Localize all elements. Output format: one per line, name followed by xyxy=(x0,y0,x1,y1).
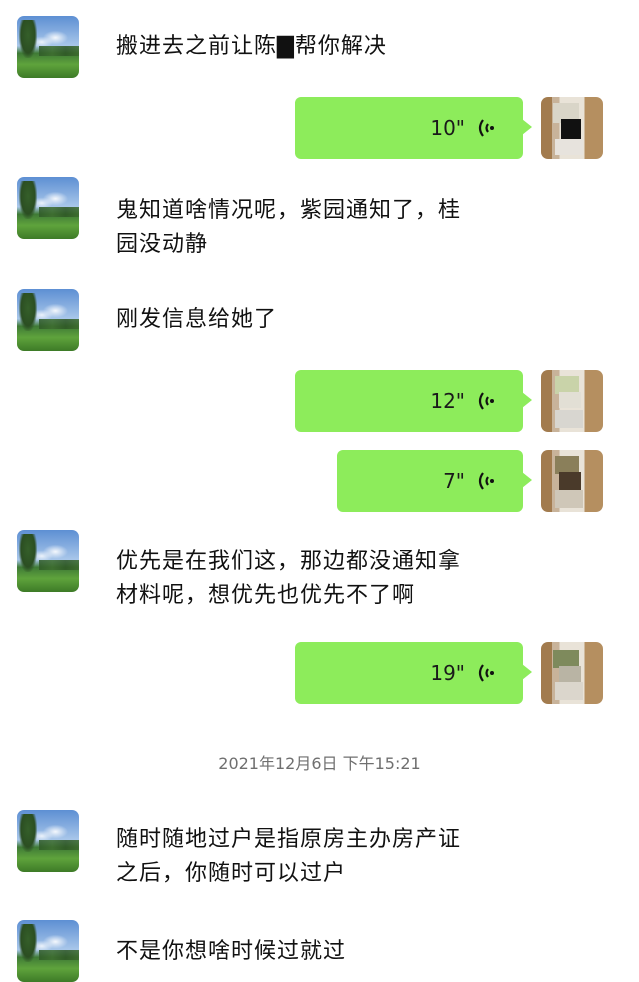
message-text: 不是你想啥时候过就过 xyxy=(116,939,347,964)
voice-duration: 19" xyxy=(430,661,465,685)
voice-message-bubble[interactable]: 7" xyxy=(337,450,532,512)
voice-wave-icon xyxy=(478,392,494,410)
contact-avatar[interactable] xyxy=(17,810,79,872)
message-text: 随时随地过户是指原房主办房产证 之后，你随时可以过户 xyxy=(116,827,462,886)
contact-avatar[interactable] xyxy=(17,289,79,351)
voice-duration: 12" xyxy=(430,389,465,413)
contact-avatar[interactable] xyxy=(17,16,79,78)
my-avatar[interactable] xyxy=(541,370,603,432)
my-avatar[interactable] xyxy=(541,450,603,512)
message-text: 刚发信息给她了 xyxy=(116,307,278,332)
my-avatar[interactable] xyxy=(541,642,603,704)
voice-wave-icon xyxy=(478,664,494,682)
voice-message-bubble[interactable]: 12" xyxy=(295,370,532,432)
message-text: 优先是在我们这，那边都没通知拿 材料呢，想优先也优先不了啊 xyxy=(116,549,462,608)
voice-message-bubble[interactable]: 19" xyxy=(295,642,532,704)
voice-wave-icon xyxy=(478,472,494,490)
voice-wave-icon xyxy=(478,119,494,137)
message-text: 鬼知道啥情况呢，紫园通知了，桂 园没动静 xyxy=(116,198,462,257)
voice-duration: 7" xyxy=(443,469,465,493)
message-text: 搬进去之前让陈▇帮你解决 xyxy=(116,34,387,59)
contact-avatar[interactable] xyxy=(17,530,79,592)
contact-avatar[interactable] xyxy=(17,177,79,239)
my-avatar[interactable] xyxy=(541,97,603,159)
contact-avatar[interactable] xyxy=(17,920,79,982)
voice-message-bubble[interactable]: 10" xyxy=(295,97,532,159)
voice-duration: 10" xyxy=(430,116,465,140)
chat-timestamp: 2021年12月6日 下午15:21 xyxy=(218,754,421,773)
